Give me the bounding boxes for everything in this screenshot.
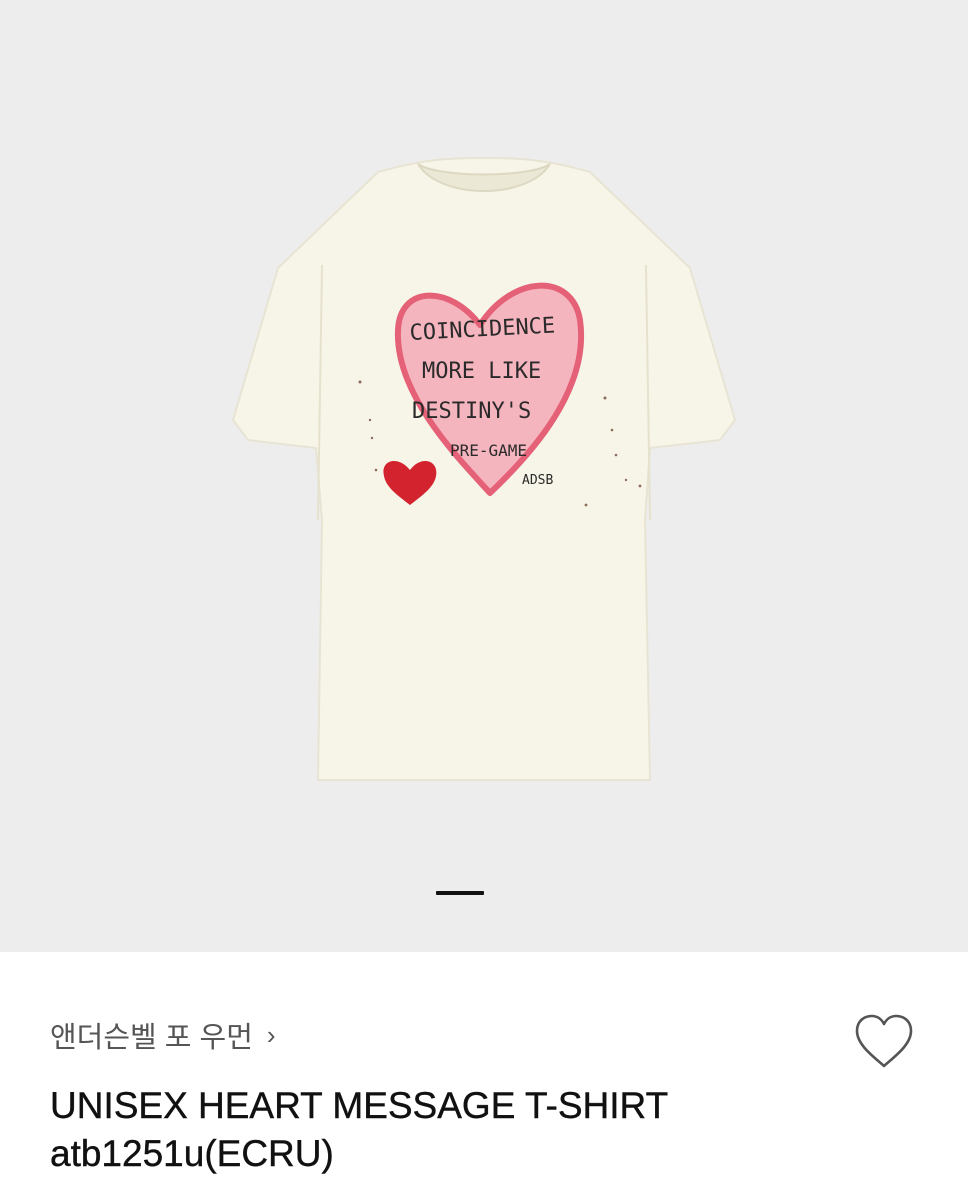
- heart-outline-icon[interactable]: [852, 1012, 916, 1070]
- brand-name: 앤더슨벨 포 우먼: [50, 1022, 253, 1054]
- product-detail-page: COINCIDENCE MORE LIKE DESTINY'S PRE-GAME…: [0, 0, 968, 1200]
- chevron-right-icon: ›: [266, 1019, 276, 1050]
- product-title: UNISEX HEART MESSAGE T-SHIRT atb1251u(EC…: [50, 1082, 669, 1178]
- product-title-line2: atb1251u(ECRU): [50, 1133, 334, 1174]
- heart-signature: ADSB: [522, 473, 553, 488]
- slide-indicator[interactable]: [436, 891, 484, 895]
- product-image-gallery[interactable]: COINCIDENCE MORE LIKE DESTINY'S PRE-GAME…: [0, 0, 968, 952]
- product-title-line1: UNISEX HEART MESSAGE T-SHIRT: [50, 1085, 669, 1126]
- product-image: COINCIDENCE MORE LIKE DESTINY'S PRE-GAME…: [231, 156, 737, 781]
- brand-link[interactable]: 앤더슨벨 포 우먼 ›: [50, 1014, 276, 1056]
- heart-text-line4: PRE-GAME: [450, 441, 527, 460]
- heart-text-line2: MORE LIKE: [422, 359, 541, 384]
- product-info: 앤더슨벨 포 우먼 › UNISEX HEART MESSAGE T-SHIRT…: [0, 952, 968, 1200]
- heart-text-line3: DESTINY'S: [412, 399, 531, 424]
